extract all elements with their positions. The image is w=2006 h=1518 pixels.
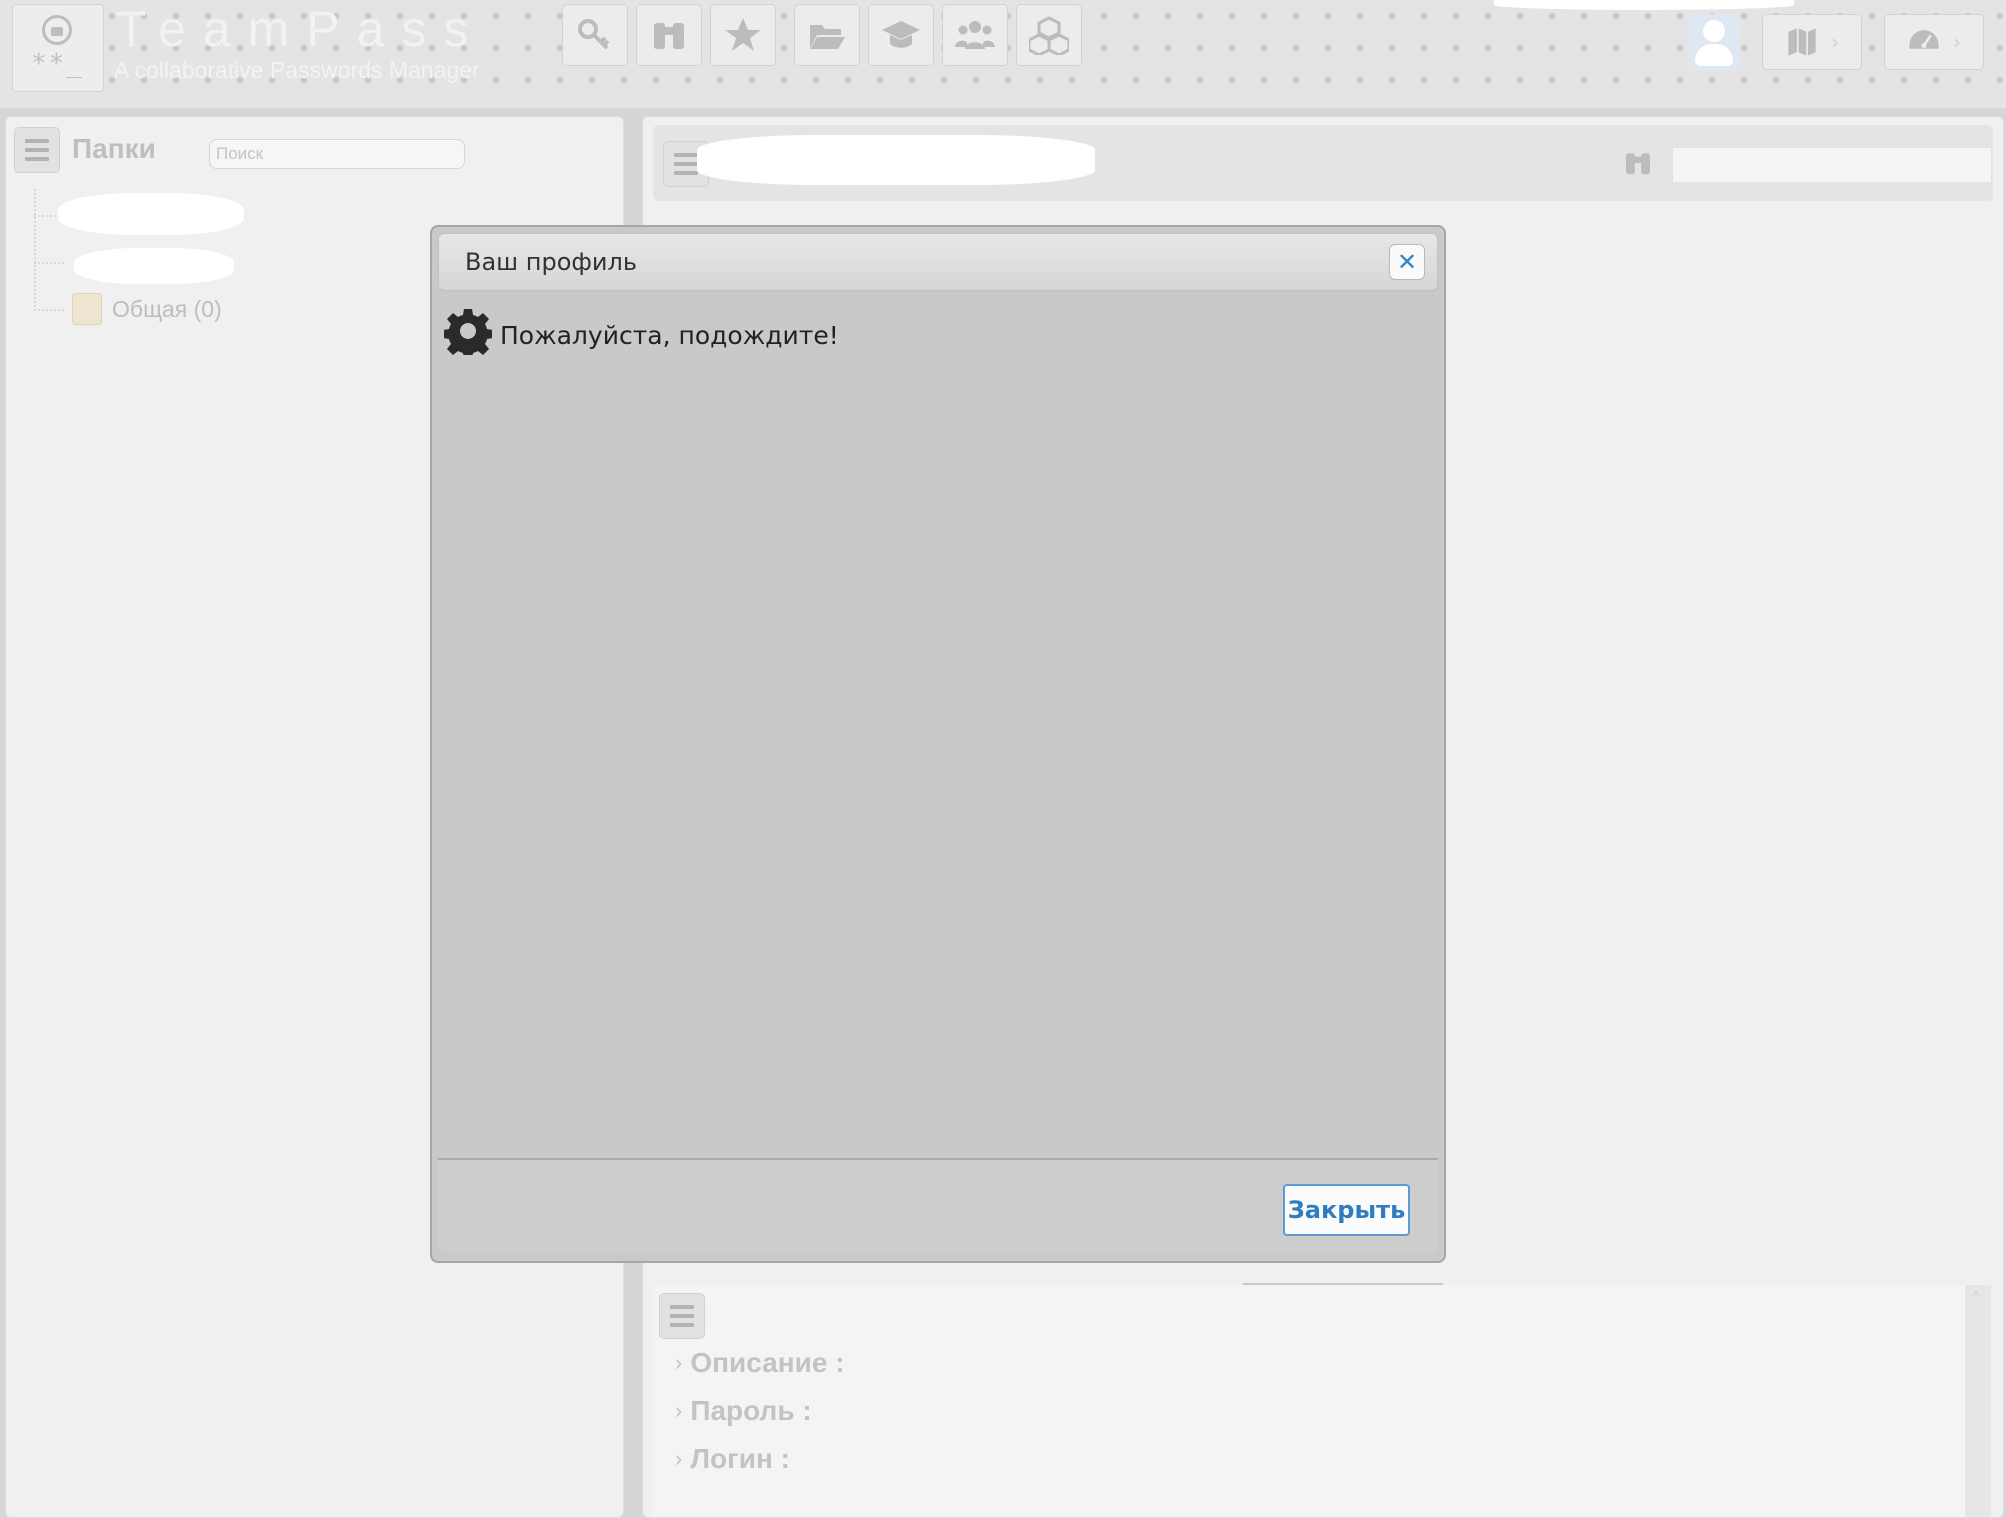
app-subtitle: A collaborative Passwords Manager: [114, 57, 480, 83]
tree-connector: [34, 262, 64, 264]
redacted-folder-path: [697, 135, 1095, 185]
key-icon: [578, 19, 610, 50]
app-title: TeamPass: [116, 1, 486, 57]
star-icon: [725, 18, 761, 51]
folders-menu-button[interactable]: [14, 127, 60, 173]
folder-open-icon: [810, 25, 845, 49]
items-header: [653, 125, 1993, 201]
detail-row-description[interactable]: › Описание :: [675, 1347, 845, 1379]
dialog-footer: Закрыть: [438, 1160, 1438, 1253]
details-scrollbar[interactable]: [1965, 1285, 1991, 1517]
item-details-panel: › Описание : › Пароль : › Логин :: [653, 1285, 1965, 1517]
dialog-titlebar[interactable]: Ваш профиль ✕: [438, 233, 1438, 291]
password-stars-icon: **_: [31, 49, 84, 79]
dashboard-menu-button[interactable]: ›: [1884, 14, 1984, 70]
detail-row-password[interactable]: › Пароль :: [675, 1395, 812, 1427]
redacted-folder[interactable]: [58, 193, 244, 235]
chevron-right-icon: ›: [675, 1446, 683, 1471]
tree-connector: [34, 189, 36, 307]
details-menu-button[interactable]: [659, 1293, 705, 1339]
toolbar-roles-button[interactable]: [868, 4, 934, 66]
map-icon: [1788, 28, 1816, 56]
graduation-cap-icon: [882, 21, 920, 48]
redacted-folder[interactable]: [74, 248, 234, 284]
map-menu-button[interactable]: ›: [1762, 14, 1862, 70]
toolbar-favourites-button[interactable]: [710, 4, 776, 66]
redacted-area: [1494, 0, 1794, 10]
folder-label: Общая (0): [112, 295, 222, 322]
password-label: Пароль :: [690, 1395, 812, 1426]
gear-icon: [444, 309, 492, 355]
toolbar-search-button[interactable]: [636, 4, 702, 66]
close-icon[interactable]: ✕: [1389, 244, 1425, 280]
chevron-right-icon: ›: [1831, 30, 1839, 54]
lock-icon: [42, 15, 72, 45]
folders-title: Папки: [72, 133, 156, 164]
cubes-icon: [1029, 16, 1069, 55]
folder-icon: [72, 293, 102, 325]
folder-search-input[interactable]: [209, 139, 465, 169]
app-header: **_ TeamPass A collaborative Passwords M…: [0, 0, 2006, 108]
toolbar-items-button[interactable]: [562, 4, 628, 66]
users-icon: [955, 21, 995, 49]
description-label: Описание :: [690, 1347, 845, 1378]
dashboard-icon: [1909, 30, 1939, 49]
app-logo[interactable]: **_: [12, 4, 104, 92]
dialog-content: Пожалуйста, подождите!: [444, 307, 839, 355]
binoculars-icon: [1622, 147, 1654, 183]
toolbar-utilities-button[interactable]: [1016, 4, 1082, 66]
chevron-right-icon: ›: [675, 1350, 683, 1375]
login-label: Логин :: [690, 1443, 790, 1474]
folder-item-general[interactable]: Общая (0): [72, 293, 222, 325]
chevron-right-icon: ›: [675, 1398, 683, 1423]
toolbar-folders-button[interactable]: [794, 4, 860, 66]
close-button[interactable]: Закрыть: [1283, 1184, 1410, 1236]
chevron-right-icon: ›: [1953, 30, 1961, 54]
toolbar-users-button[interactable]: [942, 4, 1008, 66]
dialog-title: Ваш профиль: [465, 248, 637, 276]
detail-row-login[interactable]: › Логин :: [675, 1443, 790, 1475]
tree-connector: [34, 309, 64, 311]
profile-dialog: Ваш профиль ✕ Пожалуйста, подождите! Зак…: [430, 225, 1446, 1263]
user-avatar[interactable]: [1688, 14, 1740, 70]
dialog-message: Пожалуйста, подождите!: [500, 320, 839, 350]
items-search-input[interactable]: [1672, 147, 1992, 183]
binoculars-icon: [654, 23, 684, 49]
